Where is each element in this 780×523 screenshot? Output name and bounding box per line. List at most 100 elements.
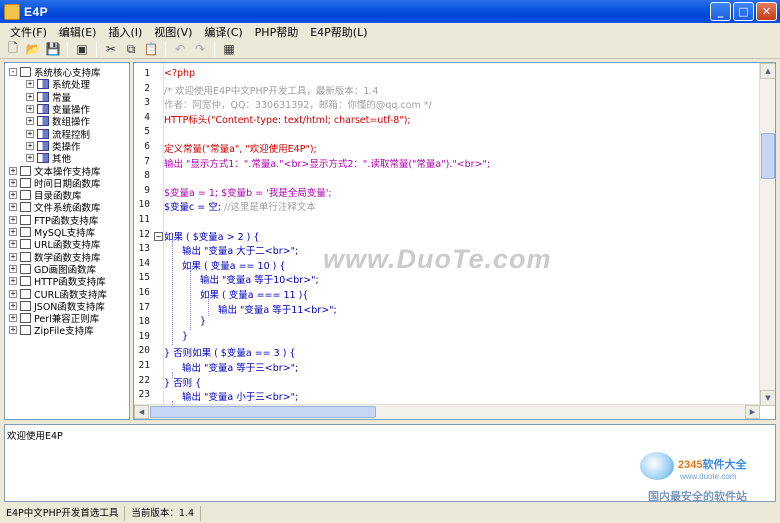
save-all-icon[interactable]: ▣ (73, 41, 91, 58)
tree-item[interactable]: - 系统核心支持库 (9, 66, 101, 79)
code-token: 输出 "变量a 小于三<br>"; (182, 392, 299, 404)
library-icon (20, 276, 31, 287)
expand-icon[interactable]: + (9, 289, 17, 298)
scroll-up-icon[interactable]: ▲ (760, 63, 775, 79)
indent-guide (172, 401, 173, 408)
close-button[interactable]: ✕ (756, 2, 777, 21)
vertical-scroll-thumb[interactable] (761, 133, 775, 179)
menu-php-help[interactable]: PHP帮助 (249, 24, 305, 40)
menu-e4p-help[interactable]: E4P帮助(L) (304, 24, 373, 40)
code-line: } (200, 316, 206, 327)
window-title: E4P (24, 4, 49, 19)
tree-item[interactable]: + MySQL支持库 (9, 226, 95, 239)
tree-item[interactable]: + 系统处理 (26, 78, 90, 91)
tree-item[interactable]: + URL函数支持库 (9, 238, 100, 251)
horizontal-scroll-thumb[interactable] (150, 406, 376, 418)
tree-item[interactable]: + ZipFile支持库 (9, 324, 94, 337)
expand-icon[interactable]: + (26, 105, 34, 114)
copy-icon[interactable]: ⧉ (122, 41, 140, 58)
new-file-icon[interactable]: 🗋 (4, 41, 22, 58)
tree-item[interactable]: + 数组操作 (26, 115, 90, 128)
watermark: www.DuoTe.com (323, 244, 552, 274)
book-icon (37, 79, 49, 90)
expand-icon[interactable]: + (26, 92, 34, 101)
library-icon (20, 214, 31, 225)
cut-icon[interactable]: ✂ (102, 41, 120, 58)
collapse-icon[interactable]: - (9, 68, 17, 77)
tree-item[interactable]: + 时间日期函数库 (9, 177, 101, 190)
paste-icon[interactable]: 📋 (142, 41, 160, 58)
undo-icon[interactable]: ↶ (171, 41, 189, 58)
menu-edit[interactable]: 编辑(E) (53, 24, 103, 40)
tree-item[interactable]: + HTTP函数支持库 (9, 275, 106, 288)
toolbar-separator (67, 41, 68, 57)
expand-icon[interactable]: + (9, 203, 17, 212)
fold-collapse-icon[interactable]: − (154, 232, 163, 241)
line-number: 20 (138, 345, 150, 357)
tree-item[interactable]: + Perl兼容正则库 (9, 312, 99, 325)
code-editor[interactable]: 1 2 3 4 5 6 7 8 9 10 11 12 13 14 15 16 17 18 19 20 21 22 23 − … (133, 62, 776, 420)
expand-icon[interactable]: + (9, 178, 17, 187)
vertical-scrollbar[interactable]: ▲ ▼ (759, 63, 775, 406)
expand-icon[interactable]: + (26, 154, 34, 163)
expand-icon[interactable]: + (9, 166, 17, 175)
menu-view[interactable]: 视图(V) (148, 24, 198, 40)
tree-item[interactable]: + CURL函数支持库 (9, 287, 107, 301)
tree-item[interactable]: + 文本操作支持库 (9, 164, 101, 178)
brand-number: 2345 (678, 459, 703, 471)
book-icon (37, 153, 49, 164)
code-line: 输出 "变量a 等于10<br>"; (200, 272, 319, 286)
expand-icon[interactable]: + (9, 215, 17, 224)
compile-icon[interactable]: ▦ (220, 41, 238, 58)
tree-item[interactable]: + 常量 (26, 91, 71, 104)
indent-guide (190, 269, 191, 331)
tree-item[interactable]: + 类操作 (26, 140, 81, 153)
expand-icon[interactable]: + (9, 326, 17, 335)
maximize-button[interactable]: □ (733, 2, 754, 21)
save-icon[interactable]: 💾 (44, 41, 62, 58)
library-tree[interactable]: - 系统核心支持库 + 系统处理 + 常量 + 变量操作 + 数组操作 + 流程控制 + 类操作 + 其他 + 文… (4, 62, 130, 420)
tree-item[interactable]: + 数学函数支持库 (9, 251, 101, 264)
tree-item[interactable]: + 变量操作 (26, 103, 90, 116)
indent-guide (172, 372, 173, 378)
redo-icon[interactable]: ↷ (191, 41, 209, 58)
expand-icon[interactable]: + (9, 277, 17, 286)
minimize-button[interactable]: _ (710, 2, 731, 21)
tree-item[interactable]: + JSON函数支持库 (9, 300, 105, 313)
menu-file[interactable]: 文件(F) (4, 24, 53, 40)
line-number: 10 (138, 199, 150, 211)
code-line: 如果 ( 变量a === 11 ){ (200, 287, 308, 301)
expand-icon[interactable]: + (9, 264, 17, 273)
toolbar: 🗋 📂 💾 ▣ ✂ ⧉ 📋 ↶ ↷ ▦ (0, 40, 780, 59)
menu-compile[interactable]: 编译(C) (198, 24, 248, 40)
scroll-left-icon[interactable]: ◀ (134, 405, 149, 419)
expand-icon[interactable]: + (9, 314, 17, 323)
expand-icon[interactable]: + (9, 252, 17, 261)
code-line: } 否则如果 ( $变量a == 3 ) { (164, 345, 295, 359)
code-token: 输出 "变量a 等于三<br>"; (182, 363, 299, 374)
tree-item[interactable]: + FTP函数支持库 (9, 214, 98, 227)
menu-insert[interactable]: 插入(I) (102, 24, 148, 40)
code-line: 作者：阿宽仲，QQ：330631392，邮箱：你懂的@qq.com */ (164, 97, 432, 111)
expand-icon[interactable]: + (26, 141, 34, 150)
tree-item[interactable]: + 文件系统函数库 (9, 201, 101, 214)
expand-icon[interactable]: + (9, 301, 17, 310)
code-line: 输出 "变量a 小于三<br>"; (182, 389, 298, 403)
tree-item[interactable]: + GD画图函数库 (9, 263, 96, 276)
expand-icon[interactable]: + (26, 117, 34, 126)
scroll-right-icon[interactable]: ▶ (745, 405, 760, 419)
expand-icon[interactable]: + (26, 129, 34, 138)
tree-item[interactable]: + 目录函数库 (9, 189, 82, 202)
expand-icon[interactable]: + (9, 240, 17, 249)
expand-icon[interactable]: + (9, 191, 17, 200)
line-number: 13 (138, 243, 150, 255)
expand-icon[interactable]: + (9, 228, 17, 237)
code-token: $变量c = 空; (164, 202, 224, 214)
open-folder-icon[interactable]: 📂 (24, 41, 42, 58)
expand-icon[interactable]: + (26, 80, 34, 89)
horizontal-scrollbar[interactable]: ◀ ▶ (134, 404, 760, 419)
scroll-down-icon[interactable]: ▼ (760, 390, 775, 406)
tree-item[interactable]: + 其他 (26, 152, 71, 165)
app-icon (4, 3, 20, 20)
tree-item[interactable]: + 流程控制 (26, 128, 90, 141)
